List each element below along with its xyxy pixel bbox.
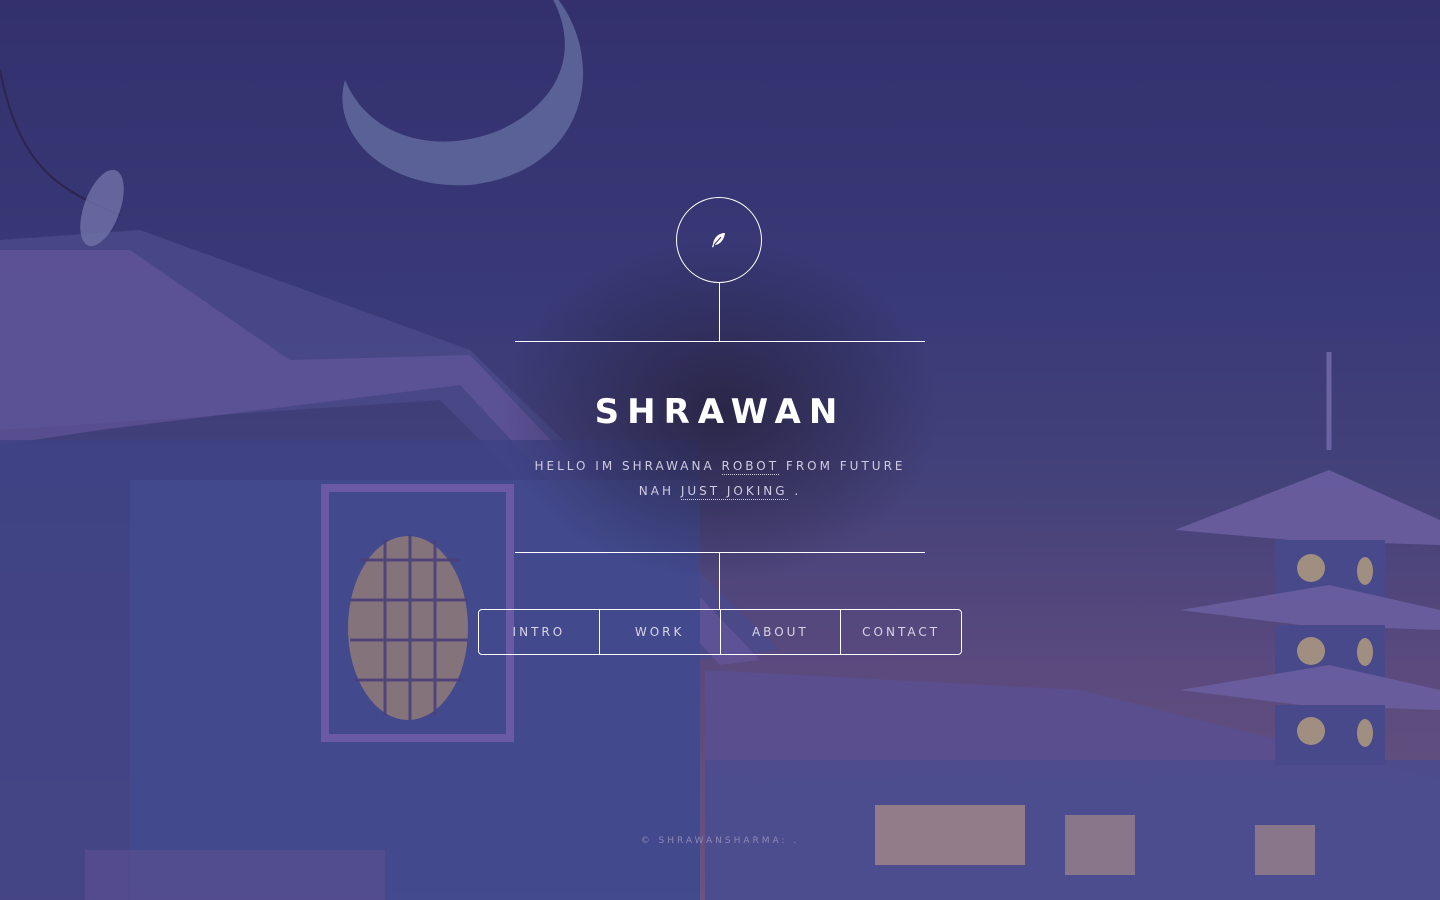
logo-circle[interactable] [676, 197, 762, 283]
moon [342, 0, 583, 186]
tagline-line-2: NAH JUST JOKING . [470, 484, 970, 500]
main-nav: INTRO WORK ABOUT CONTACT [478, 609, 962, 655]
tagline-text: NAH [638, 484, 674, 498]
copyright-footer: © SHRAWANSHARMA: . [640, 836, 800, 846]
tagline-text: HELLO IM SHRAWANA [534, 459, 715, 473]
tagline-text: . [794, 484, 802, 498]
pagoda [1175, 352, 1440, 765]
left-house [0, 169, 780, 900]
site-title: SHRAWAN [594, 392, 846, 432]
nav-about[interactable]: ABOUT [719, 610, 841, 654]
joking-link[interactable]: JUST JOKING [680, 484, 788, 500]
nav-work[interactable]: WORK [598, 610, 720, 654]
nav-contact[interactable]: CONTACT [840, 610, 961, 654]
tagline-line-1: HELLO IM SHRAWANA ROBOT FROM FUTURE [470, 459, 970, 475]
bottom-divider [515, 552, 925, 553]
robot-link[interactable]: ROBOT [721, 459, 780, 475]
background-illustration [0, 0, 1440, 900]
tagline-text: FROM FUTURE [785, 459, 906, 473]
nav-intro[interactable]: INTRO [479, 610, 599, 654]
logo-connector [719, 283, 720, 341]
top-divider [515, 341, 925, 342]
feather-icon [712, 233, 725, 248]
nav-connector [719, 552, 720, 609]
